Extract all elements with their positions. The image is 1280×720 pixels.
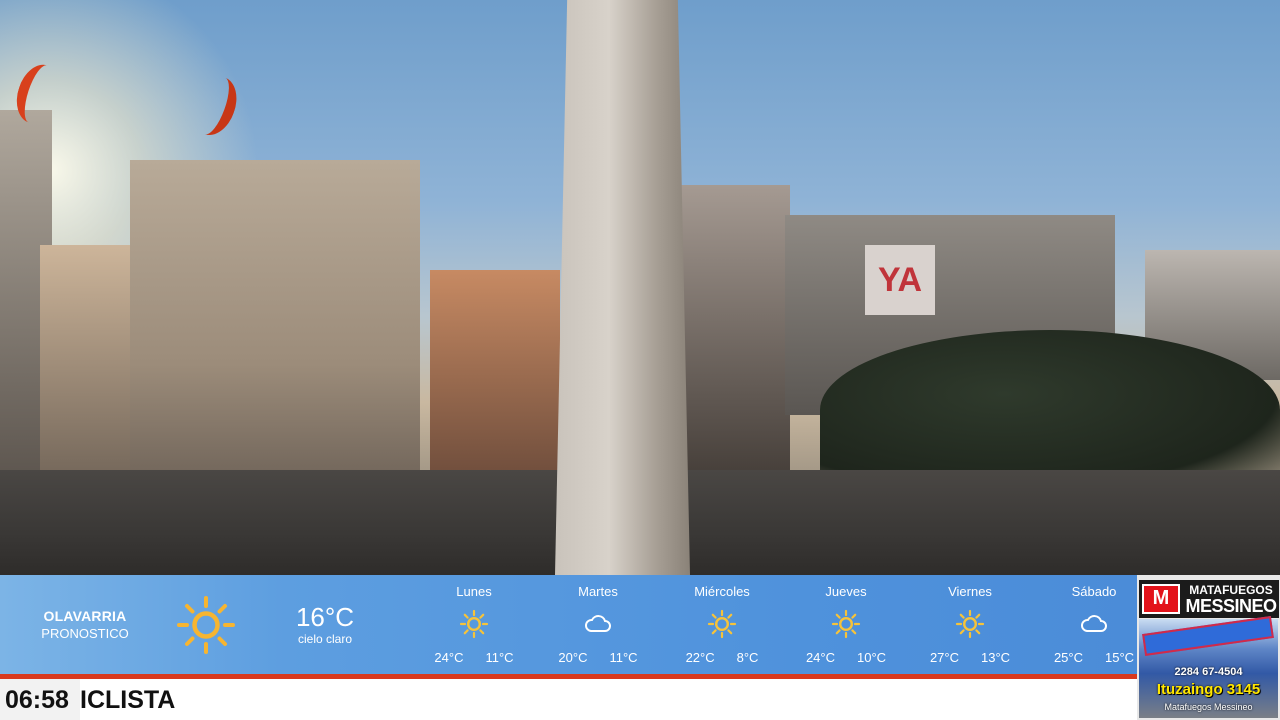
temp-max: 24°C — [805, 650, 835, 665]
location-name: OLAVARRIA — [43, 608, 127, 624]
cloud-icon — [1081, 615, 1107, 632]
ticker-text: ICLISTA — [80, 686, 176, 714]
temp-min: 8°C — [736, 650, 759, 665]
news-ticker: ICLISTA 06:58 — [0, 679, 1137, 720]
day-name: Viernes — [948, 584, 992, 599]
ad-brand-top: MATAFUEGOS — [1189, 583, 1273, 597]
building-row — [430, 270, 560, 490]
trees — [820, 330, 1280, 490]
temp-min: 13°C — [981, 650, 1011, 665]
temp-max: 24°C — [434, 650, 464, 665]
day-name: Miércoles — [694, 584, 750, 599]
day-name: Jueves — [825, 584, 867, 599]
temp-max: 27°C — [929, 650, 959, 665]
ad-header: M MATAFUEGOS MESSINEO — [1139, 580, 1279, 618]
billboard-sign: YA — [865, 245, 935, 315]
sun-icon — [459, 609, 489, 639]
temp-max: 20°C — [558, 650, 588, 665]
current-weather: 16°C cielo claro — [270, 575, 380, 674]
forecast-day: Lunes 24°C 11°C — [412, 575, 536, 674]
ad-phone: 2284 67-4504 — [1174, 666, 1243, 678]
forecast-day: Viernes 27°C 13°C — [908, 575, 1032, 674]
ad-address: Ituzaingo 3145 — [1156, 681, 1261, 698]
building-corner — [130, 160, 420, 500]
camera-feed: YA — [0, 0, 1280, 575]
weather-bar: OLAVARRIA PRONOSTICO 16°C cielo claro Lu… — [0, 575, 1137, 674]
clock: 06:58 — [0, 679, 80, 720]
cloud-icon — [585, 615, 611, 632]
sun-icon — [177, 596, 235, 654]
forecast-label: PRONOSTICO — [41, 626, 129, 641]
temp-min: 11°C — [609, 650, 638, 665]
day-name: Martes — [578, 584, 618, 599]
sun-icon — [955, 609, 985, 639]
ad-brand-bottom: MESSINEO — [1185, 596, 1277, 616]
forecast-day: Martes 20°C 11°C — [536, 575, 660, 674]
forecast-day: Jueves 24°C 10°C — [784, 575, 908, 674]
temp-max: 25°C — [1053, 650, 1083, 665]
forecast-day: Miércoles 22°C 8°C — [660, 575, 784, 674]
temp-min: 15°C — [1105, 650, 1135, 665]
obelisk — [555, 0, 690, 575]
ad-social: Matafuegos Messineo — [1164, 702, 1253, 712]
current-temperature: 16°C — [295, 602, 355, 632]
day-name: Lunes — [456, 584, 492, 599]
location-box: OLAVARRIA PRONOSTICO — [20, 575, 150, 674]
brand-logo: M — [1142, 584, 1180, 614]
sun-icon — [831, 609, 861, 639]
temp-min: 11°C — [485, 650, 514, 665]
sun-icon — [707, 609, 737, 639]
temp-min: 10°C — [857, 650, 887, 665]
current-condition: cielo claro — [297, 632, 353, 646]
temp-max: 22°C — [685, 650, 715, 665]
advertisement[interactable]: M MATAFUEGOS MESSINEO 2284 67-4504 Ituza… — [1137, 575, 1280, 720]
